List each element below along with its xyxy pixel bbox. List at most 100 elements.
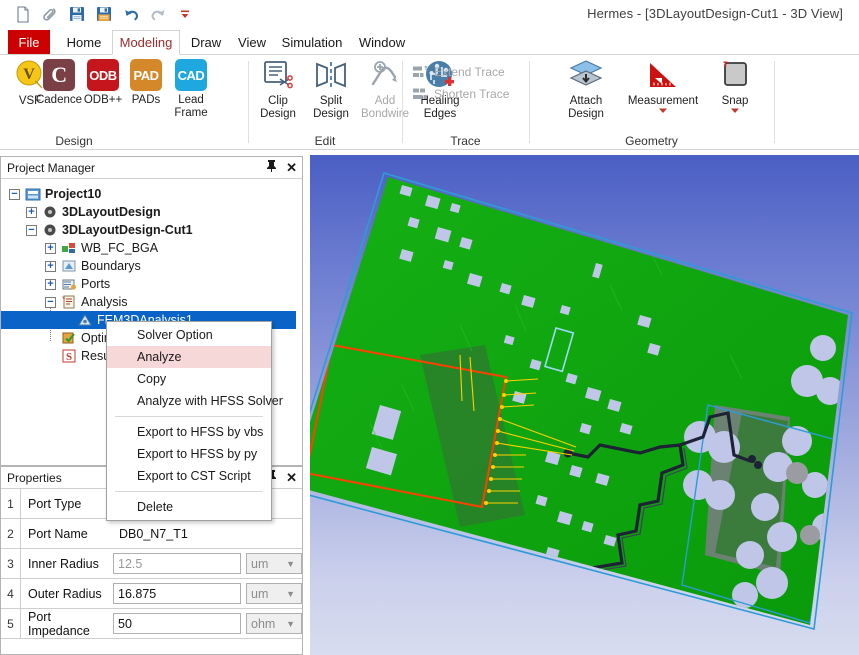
expander-icon[interactable]: − [45,296,56,308]
ribbon-button-attach-design-label: Attach Design [568,95,604,120]
split-design-icon [313,59,349,92]
port-impedance-unit-select[interactable]: ohm ▼ [246,613,302,634]
table-row[interactable]: 4 Outer Radius um ▼ [1,578,302,609]
context-menu-item-copy[interactable]: Copy [107,368,271,390]
optimetrics-icon [61,330,77,346]
property-name: Inner Radius [28,556,99,571]
table-row[interactable]: 5 Port Impedance ohm ▼ [1,608,302,639]
project-icon [25,186,41,202]
quick-access-toolbar [12,3,196,25]
ribbon-button-pads-label: PADs [131,94,161,106]
expander-icon[interactable]: + [45,278,56,290]
tab-view[interactable]: View [230,30,274,55]
inner-radius-unit-select[interactable]: um ▼ [246,553,302,574]
ribbon-group-edit-label: Edit [314,134,336,148]
ribbon-button-measurement[interactable]: Measurement [623,59,703,114]
table-row[interactable]: 2 Port Name DB0_N7_T1 [1,518,302,549]
property-name: Outer Radius [28,586,102,601]
tab-simulation[interactable]: Simulation [274,30,350,55]
expander-icon[interactable]: + [45,260,56,272]
tree-item-boundarys[interactable]: + Boundarys [1,257,302,275]
save-as-icon[interactable] [93,3,115,25]
ribbon-button-attach-design[interactable]: Attach Design [557,59,615,120]
ribbon-group-geometry: Attach Design Measurement Snap Geometry [530,55,773,150]
close-icon[interactable]: ✕ [286,160,297,176]
tree-item-ports[interactable]: + Ports [1,275,302,293]
save-icon[interactable] [66,3,88,25]
cadence-icon: C [43,59,75,91]
expander-icon[interactable]: − [26,224,37,236]
row-number: 4 [1,578,21,609]
outer-radius-input[interactable] [113,583,241,604]
inner-radius-input[interactable] [113,553,241,574]
window-title: Hermes - [3DLayoutDesign-Cut1 - 3D View] [587,6,843,21]
svg-text:S: S [66,351,72,363]
tab-home[interactable]: Home [58,30,110,55]
customize-qat-icon[interactable] [174,3,196,25]
ribbon-button-split-design[interactable]: Split Design [303,59,359,120]
ribbon-button-clip-design-label: Clip Design [260,95,296,120]
tab-draw[interactable]: Draw [182,30,230,55]
table-row[interactable]: 3 Inner Radius um ▼ [1,548,302,579]
tree-item-boundarys-label: Boundarys [81,259,141,273]
context-menu-item-export-to-cst-script[interactable]: Export to CST Script [107,465,271,487]
context-menu-item-solver-option[interactable]: Solver Option [107,324,271,346]
setup-icon [77,312,93,328]
unit-label: um [251,586,269,601]
ribbon-group-design-label: Design [55,134,93,148]
ribbon-group-geometry-label: Geometry [625,134,678,148]
results-icon: S [61,348,77,364]
tree-item-3dlayoutdesign-label: 3DLayoutDesign [62,205,161,219]
tree-item-analysis[interactable]: − Analysis [1,293,302,311]
ribbon-button-snap[interactable]: Snap [710,59,760,114]
attach-design-icon [566,59,606,92]
tree-item-3dlayoutdesign-cut1[interactable]: − 3DLayoutDesign-Cut1 [1,221,302,239]
context-menu[interactable]: Solver Option Analyze Copy Analyze with … [106,321,283,521]
ribbon-button-extend-trace[interactable]: Extend Trace [413,65,505,79]
context-menu-separator [115,491,263,492]
undo-icon[interactable] [120,3,142,25]
unit-label: um [251,556,269,571]
port-impedance-input[interactable] [113,613,241,634]
open-icon[interactable] [39,3,61,25]
context-menu-separator [115,416,263,417]
close-icon[interactable]: ✕ [286,470,297,486]
project-manager-header: Project Manager ✕ [1,157,302,179]
pin-icon[interactable] [266,159,277,176]
ribbon-group-design: V VSF C Cadence ODB ODB++ PAD PADs CAD L… [0,55,208,150]
3d-viewport[interactable] [310,155,859,655]
odb-icon: ODB [87,59,119,91]
ribbon-button-clip-design[interactable]: Clip Design [250,59,306,120]
chevron-down-icon[interactable] [730,107,740,114]
context-menu-item-export-to-hfss-by-py[interactable]: Export to HFSS by py [107,443,271,465]
tab-window[interactable]: Window [350,30,414,55]
context-menu-item-export-to-hfss-by-vbs[interactable]: Export to HFSS by vbs [107,421,271,443]
tree-item-3dlayoutdesign[interactable]: + 3DLayoutDesign [1,203,302,221]
context-menu-item-analyze-with-hfss-solver[interactable]: Analyze with HFSS Solver [107,390,283,412]
expander-icon[interactable]: − [9,188,20,200]
analysis-icon [61,294,77,310]
outer-radius-unit-select[interactable]: um ▼ [246,583,302,604]
tree-item-project10[interactable]: − Project10 [1,185,302,203]
snap-icon [715,59,755,92]
redo-icon[interactable] [147,3,169,25]
shorten-trace-icon [413,88,428,101]
application-window: Hermes - [3DLayoutDesign-Cut1 - 3D View]… [0,0,859,655]
ribbon-button-shorten-trace[interactable]: Shorten Trace [413,87,509,101]
expander-icon[interactable]: + [26,206,37,218]
expander-icon[interactable]: + [45,242,56,254]
new-icon[interactable] [12,3,34,25]
property-name: Port Type [28,496,82,511]
tab-file[interactable]: File [8,30,50,55]
measurement-icon [643,59,683,92]
tree-item-wb-fc-bga[interactable]: + WB_FC_BGA [1,239,302,257]
project-manager-title: Project Manager [7,160,96,175]
chevron-down-icon[interactable] [658,107,668,114]
tree-item-analysis-label: Analysis [81,295,128,309]
ribbon-button-lead-frame[interactable]: CAD Lead Frame [163,59,219,119]
tab-modeling[interactable]: Modeling [112,30,180,55]
context-menu-item-analyze[interactable]: Analyze [107,346,271,368]
context-menu-item-delete[interactable]: Delete [107,496,271,518]
